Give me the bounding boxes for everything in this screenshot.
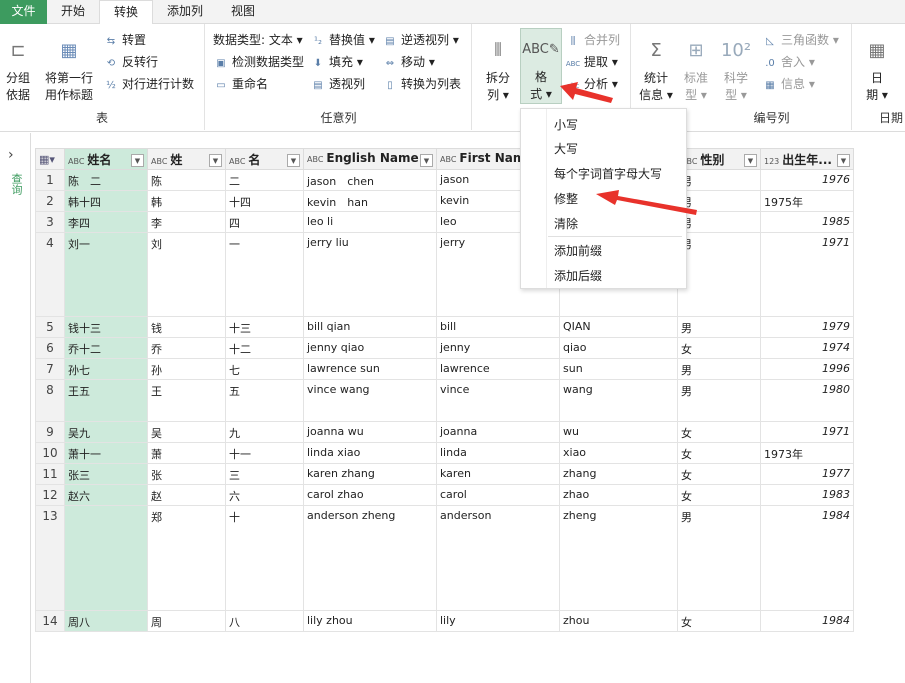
arrow-to-format-button bbox=[560, 82, 613, 103]
arrow-to-trim-item bbox=[596, 190, 697, 215]
annotation-arrows bbox=[560, 82, 697, 215]
